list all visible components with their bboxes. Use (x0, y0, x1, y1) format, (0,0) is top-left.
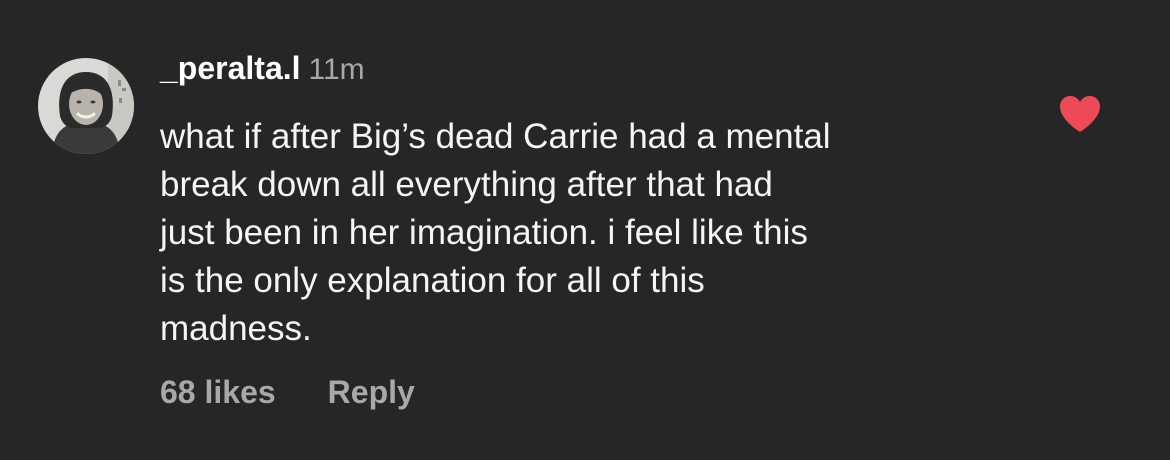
comment-body: _peralta.l 11m what if after Big’s dead … (160, 50, 1040, 353)
heart-icon (1060, 96, 1100, 132)
likes-count-link[interactable]: 68 likes (160, 374, 276, 411)
avatar[interactable] (38, 58, 134, 154)
comment-text: what if after Big’s dead Carrie had a me… (160, 117, 831, 348)
timestamp: 11m (308, 53, 365, 86)
username-link[interactable]: _peralta.l (160, 50, 301, 87)
reply-button[interactable]: Reply (328, 374, 415, 411)
avatar-image (38, 58, 134, 154)
like-button[interactable] (1058, 94, 1102, 134)
comment: _peralta.l 11m what if after Big’s dead … (0, 0, 1170, 460)
comment-actions: 68 likes Reply (160, 374, 415, 411)
comment-header: _peralta.l 11m (160, 50, 1040, 100)
